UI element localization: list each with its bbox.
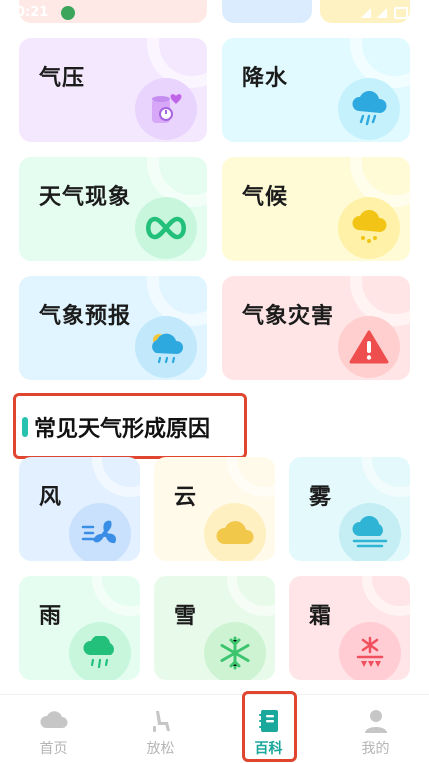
status-bar: 0:21 (0, 0, 429, 26)
signal-battery-icon (361, 7, 408, 19)
cause-title: 雪 (174, 604, 198, 629)
category-card-pressure[interactable]: 气压 (19, 38, 207, 142)
cause-card-wind[interactable]: 风 (19, 457, 140, 561)
cause-card-fog[interactable]: 雾 (289, 457, 410, 561)
cloud-icon (204, 503, 266, 561)
category-title: 气象灾害 (242, 304, 335, 329)
snowflake-icon (204, 622, 266, 680)
card-decoration (362, 457, 410, 497)
tab-label: 首页 (39, 741, 68, 757)
bottom-tab-bar: 首页 放松 百科 我的 (0, 694, 429, 763)
cause-title: 雨 (39, 604, 63, 629)
category-card-precipitation[interactable]: 降水 (222, 38, 410, 142)
card-decoration (227, 576, 275, 616)
cloud-home-icon (39, 711, 67, 728)
fog-icon (339, 503, 401, 561)
cause-card-cloud[interactable]: 云 (154, 457, 275, 561)
tab-label: 我的 (361, 741, 390, 757)
wiki-screen: 0:21 气压 降水 天气现象 气候 气象预报 气象灾害 常见天气形成原因 风 … (0, 0, 429, 763)
category-title: 气压 (39, 66, 86, 91)
active-tab-highlight (242, 691, 297, 762)
tab-label: 放松 (146, 741, 175, 757)
card-decoration (362, 576, 410, 616)
person-icon (364, 710, 387, 733)
card-decoration (92, 457, 140, 497)
tab-home[interactable]: 首页 (0, 695, 107, 763)
category-card-climate[interactable]: 气候 (222, 157, 410, 261)
category-title: 天气现象 (39, 185, 132, 210)
category-card-disaster[interactable]: 气象灾害 (222, 276, 410, 380)
seat-icon (152, 711, 170, 732)
tab-profile[interactable]: 我的 (322, 695, 429, 763)
tab-relax[interactable]: 放松 (107, 695, 214, 763)
cause-title: 雾 (309, 485, 333, 510)
section-header: 常见天气形成原因 (13, 393, 247, 459)
warning-icon (338, 316, 400, 378)
fan-icon (69, 503, 131, 561)
category-card-forecast[interactable]: 气象预报 (19, 276, 207, 380)
cause-title: 霜 (309, 604, 333, 629)
barometer-icon (135, 78, 197, 140)
status-time: 0:21 (16, 5, 49, 20)
android-notification-icon (61, 6, 75, 20)
category-title: 气象预报 (39, 304, 132, 329)
infinity-cloud-icon (135, 197, 197, 259)
card-decoration (92, 576, 140, 616)
category-title: 气候 (242, 185, 289, 210)
category-title: 降水 (242, 66, 289, 91)
cause-card-rain[interactable]: 雨 (19, 576, 140, 680)
cause-card-frost[interactable]: 霜 (289, 576, 410, 680)
cause-title: 风 (39, 485, 63, 510)
cause-card-snow[interactable]: 雪 (154, 576, 275, 680)
frost-icon (339, 622, 401, 680)
snow-cloud-icon (338, 197, 400, 259)
rain-icon (69, 622, 131, 680)
cause-title: 云 (174, 485, 198, 510)
section-accent-bar (22, 417, 28, 437)
section-title: 常见天气形成原因 (34, 417, 211, 442)
rain-cloud-icon (338, 78, 400, 140)
category-card-phenomena[interactable]: 天气现象 (19, 157, 207, 261)
forecast-cloud-icon (135, 316, 197, 378)
card-decoration (227, 457, 275, 497)
